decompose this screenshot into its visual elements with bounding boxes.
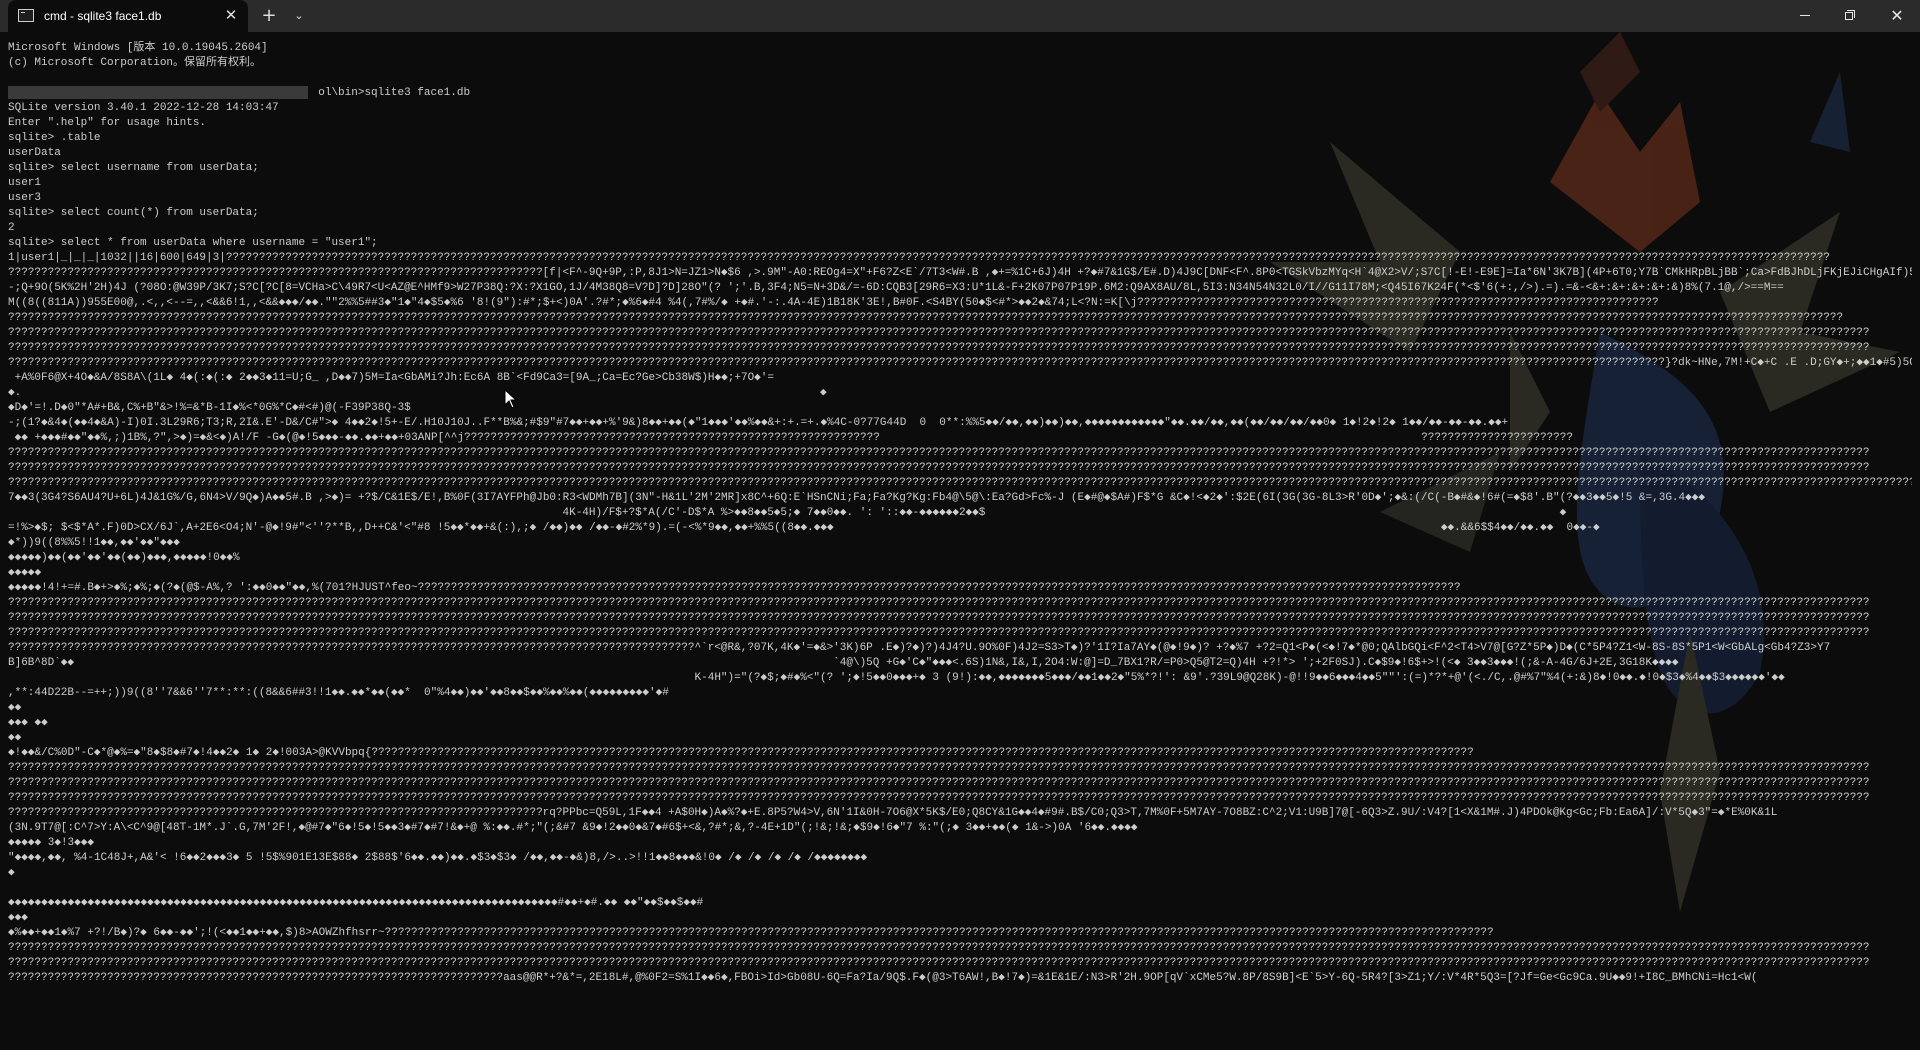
console-line: -;Q+9O(5K%2H'2H)4J (?08O:@W39P/3K7;S?C[?…: [8, 282, 1784, 294]
mouse-cursor-icon: [504, 389, 518, 409]
console-line: ◆D◆'=!.D◆0"*A#+B&,C%+B"&>!%=&*B-1I◆%<*0G…: [8, 402, 411, 414]
new-tab-button[interactable]: +: [258, 5, 280, 27]
console-line: ◆. ◆: [8, 387, 827, 399]
console-line: +A%0F6@X+4O◆&A/8S8A\(1L◆ 4◆(:◆(:◆ 2◆◆3◆1…: [8, 372, 775, 384]
console-output: Microsoft Windows [版本 10.0.19045.2604] (…: [8, 41, 1912, 986]
terminal-tab[interactable]: cmd - sqlite3 face1.db ✕: [8, 0, 248, 32]
chevron-down-icon[interactable]: ⌄: [288, 5, 310, 27]
console-line: 7◆◆3(3G4?S6AU4?U+6L)4J&1G%/G,6N4>V/9Q◆)A…: [8, 492, 1705, 504]
console-line: ????????????????????????????????????????…: [8, 357, 1912, 369]
console-line: ◆◆◆◆◆!4!+=#.B◆+>◆%;◆%;◆(?◆(@$-A%,? ':◆◆0…: [8, 582, 1461, 594]
console-line: ◆%◆◆+◆◆1◆%7 +?!/B◆)?◆ 6◆◆-◆◆';!(<◆◆1◆◆+◆…: [8, 927, 1494, 939]
console-line: =!%>◆$; $<$*A*.F)0D>CX/6J`,A+2E6<O4;N'-@…: [8, 522, 1600, 534]
console-line: ????????????????????????????????????????…: [8, 477, 1912, 489]
console-line: ????????????????????????????????????????…: [8, 612, 1870, 624]
console-line: ????????????????????????????????????????…: [8, 312, 1844, 324]
console-line: sqlite> .table: [8, 132, 101, 144]
console-line: ◆◆◆: [8, 912, 28, 924]
console-line: user3: [8, 192, 42, 204]
console-line: ????????????????????????????????????????…: [8, 807, 1778, 819]
redacted-path: [8, 86, 308, 99]
console-line: Microsoft Windows [版本 10.0.19045.2604]: [8, 42, 268, 54]
console-line: ◆◆◆ ◆◆: [8, 717, 48, 729]
console-line: ????????????????????????????????????????…: [8, 267, 1912, 279]
console-line: sqlite> select count(*) from userData;: [8, 207, 259, 219]
console-line: ????????????????????????????????????????…: [8, 462, 1870, 474]
console-line: ◆◆◆◆◆: [8, 567, 42, 579]
restore-button[interactable]: [1828, 0, 1874, 32]
console-line: ????????????????????????????????????????…: [8, 762, 1870, 774]
console-line: -;(1?◆&4◆(◆◆4◆&A)-I)0I.3L29R6;T3;R,2I&.E…: [8, 417, 1509, 429]
console-line: ????????????????????????????????????????…: [8, 342, 1870, 354]
minimize-icon: [1800, 15, 1810, 16]
console-line: K-4H")="(?◆$;◆#◆%<"(? ';◆!5◆◆0◆◆◆+◆ 3 (9…: [8, 672, 1785, 684]
console-area[interactable]: Microsoft Windows [版本 10.0.19045.2604] (…: [0, 32, 1920, 1050]
console-line: 1|user1|_|_|_|1032||16|600|649|3|???????…: [8, 252, 1830, 264]
console-line: ????????????????????????????????????????…: [8, 627, 1870, 639]
console-line: Enter ".help" for usage hints.: [8, 117, 207, 129]
minimize-button[interactable]: [1782, 0, 1828, 32]
console-line: user1: [8, 177, 42, 189]
console-line: ????????????????????????????????????????…: [8, 792, 1870, 804]
console-line: ????????????????????????????????????????…: [8, 327, 1870, 339]
console-line: ????????????????????????????????????????…: [8, 972, 1758, 984]
console-line: ◆◆: [8, 702, 22, 714]
console-line: ◆◆: [8, 732, 22, 744]
close-tab-icon[interactable]: ✕: [220, 4, 242, 26]
title-bar: cmd - sqlite3 face1.db ✕ + ⌄ ✕: [0, 0, 1920, 32]
console-line: sqlite> select * from userData where use…: [8, 237, 378, 249]
tab-title: cmd - sqlite3 face1.db: [44, 9, 162, 23]
console-line: ◆*))9((8%%5!!1◆◆,◆◆'◆◆"◆◆◆: [8, 537, 180, 549]
console-line: 4K-4H)/F$+?$*A(/C'-D$*A %>◆◆8◆◆5◆5;◆ 7◆◆…: [8, 507, 1567, 519]
console-line: B]6B^8D`◆◆ `4@\)5Q +G◆'C◆"◆◆◆<.6S)1N&,I&…: [8, 657, 1679, 669]
console-line: ◆!◆◆&/C%0D"-C◆*@◆%=◆"8◆$8◆#7◆!4◆◆2◆ 1◆ 2…: [8, 747, 1474, 759]
console-line: ◆◆◆◆◆ 3◆!3◆◆◆: [8, 837, 95, 849]
console-line: userData: [8, 147, 61, 159]
console-line: SQLite version 3.40.1 2022-12-28 14:03:4…: [8, 102, 279, 114]
console-line: ◆◆◆◆◆◆◆◆◆◆◆◆◆◆◆◆◆◆◆◆◆◆◆◆◆◆◆◆◆◆◆◆◆◆◆◆◆◆◆◆…: [8, 897, 704, 909]
console-line: ◆◆ +◆◆◆#◆◆"◆◆%,;)1B%,?",>◆)=◆&<◆)A!/F -G…: [8, 432, 1573, 444]
terminal-icon: [18, 9, 34, 22]
console-line: ????????????????????????????????????????…: [8, 777, 1870, 789]
console-line: M((8((811A))955E00@,.<,,<--=,,<&&6!1,,<&…: [8, 297, 1659, 309]
console-line: (3N.9T7@[:C^7>Y:A\<C^9@[48T-1M*.J`.G,7M'…: [8, 822, 1138, 834]
console-line: ◆◆◆◆◆)◆◆(◆◆'◆◆'◆◆(◆◆)◆◆◆,◆◆◆◆◆!0◆◆%: [8, 552, 240, 564]
console-line: 2: [8, 222, 15, 234]
close-window-button[interactable]: ✕: [1874, 0, 1920, 32]
console-line: ????????????????????????????????????????…: [8, 642, 1831, 654]
console-line: "◆◆◆◆,◆◆, %4-1C48J+,A&'< !6◆◆2◆◆◆3◆ 5 !5…: [8, 852, 868, 864]
console-line: ????????????????????????????????????????…: [8, 957, 1870, 969]
console-line: sqlite> select username from userData;: [8, 162, 259, 174]
console-line: ,**:44D22B--=++;))9((8''7&&6''7**:**:((8…: [8, 687, 669, 699]
console-line: ????????????????????????????????????????…: [8, 447, 1870, 459]
console-line: ◆: [8, 867, 15, 879]
console-line: ????????????????????????????????????????…: [8, 942, 1870, 954]
console-line: (c) Microsoft Corporation。保留所有权利。: [8, 57, 262, 69]
console-line: ????????????????????????????????????????…: [8, 597, 1870, 609]
